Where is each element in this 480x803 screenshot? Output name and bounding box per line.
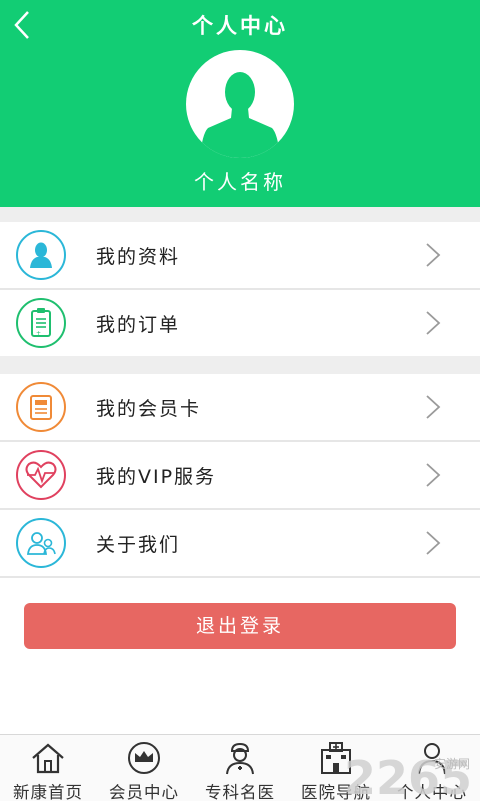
menu-item-about-us[interactable]: 关于我们 bbox=[0, 510, 480, 576]
person-silhouette-icon bbox=[200, 72, 280, 158]
bottom-tab-bar: 新康首页 会员中心 专科名医 医院导航 个人中心 bbox=[0, 734, 480, 802]
menu-group-services: 我的会员卡 我的VIP服务 关于我们 bbox=[0, 374, 480, 576]
menu-item-label: 我的资料 bbox=[96, 246, 181, 268]
chevron-right-icon bbox=[426, 395, 441, 419]
tab-specialists[interactable]: 专科名医 bbox=[192, 735, 288, 802]
avatar[interactable] bbox=[186, 50, 294, 158]
page-title: 个人中心 bbox=[192, 14, 288, 38]
menu-item-label: 我的订单 bbox=[96, 314, 181, 336]
person-icon bbox=[418, 743, 446, 775]
member-card-icon bbox=[16, 382, 66, 432]
tab-hospital-nav[interactable]: 医院导航 bbox=[288, 735, 384, 802]
crown-icon bbox=[128, 742, 160, 774]
chevron-right-icon bbox=[426, 531, 441, 555]
chevron-right-icon bbox=[426, 463, 441, 487]
menu-item-vip-service[interactable]: 我的VIP服务 bbox=[0, 442, 480, 510]
profile-icon bbox=[16, 230, 66, 280]
menu-item-label: 我的会员卡 bbox=[96, 398, 202, 420]
tab-home[interactable]: 新康首页 bbox=[0, 735, 96, 802]
logout-button[interactable]: 退出登录 bbox=[24, 603, 456, 649]
tab-label: 会员中心 bbox=[109, 783, 179, 802]
section-divider bbox=[0, 207, 480, 222]
username: 个人名称 bbox=[194, 170, 286, 194]
tab-personal-center[interactable]: 个人中心 bbox=[384, 735, 480, 802]
menu-group-account: 我的资料 + 我的订单 bbox=[0, 222, 480, 356]
menu-item-label: 我的VIP服务 bbox=[96, 466, 217, 488]
tab-label: 个人中心 bbox=[397, 783, 467, 802]
profile-header: 个人中心 个人名称 bbox=[0, 0, 480, 207]
home-icon bbox=[32, 743, 64, 774]
heartbeat-icon bbox=[16, 450, 66, 500]
chevron-right-icon bbox=[426, 311, 441, 335]
doctor-icon bbox=[226, 742, 254, 775]
menu-item-member-card[interactable]: 我的会员卡 bbox=[0, 374, 480, 442]
section-divider bbox=[0, 576, 480, 578]
menu-item-my-orders[interactable]: + 我的订单 bbox=[0, 290, 480, 356]
tab-member-center[interactable]: 会员中心 bbox=[96, 735, 192, 802]
tab-label: 新康首页 bbox=[13, 783, 83, 802]
section-divider bbox=[0, 356, 480, 374]
order-clipboard-icon: + bbox=[16, 298, 66, 348]
menu-item-label: 关于我们 bbox=[96, 534, 181, 556]
chevron-right-icon bbox=[426, 243, 441, 267]
menu-item-my-profile[interactable]: 我的资料 bbox=[0, 222, 480, 290]
tab-label: 医院导航 bbox=[301, 783, 371, 802]
about-us-icon bbox=[16, 518, 66, 568]
hospital-icon bbox=[321, 742, 351, 774]
svg-text:+: + bbox=[36, 330, 41, 337]
tab-label: 专科名医 bbox=[205, 783, 275, 802]
